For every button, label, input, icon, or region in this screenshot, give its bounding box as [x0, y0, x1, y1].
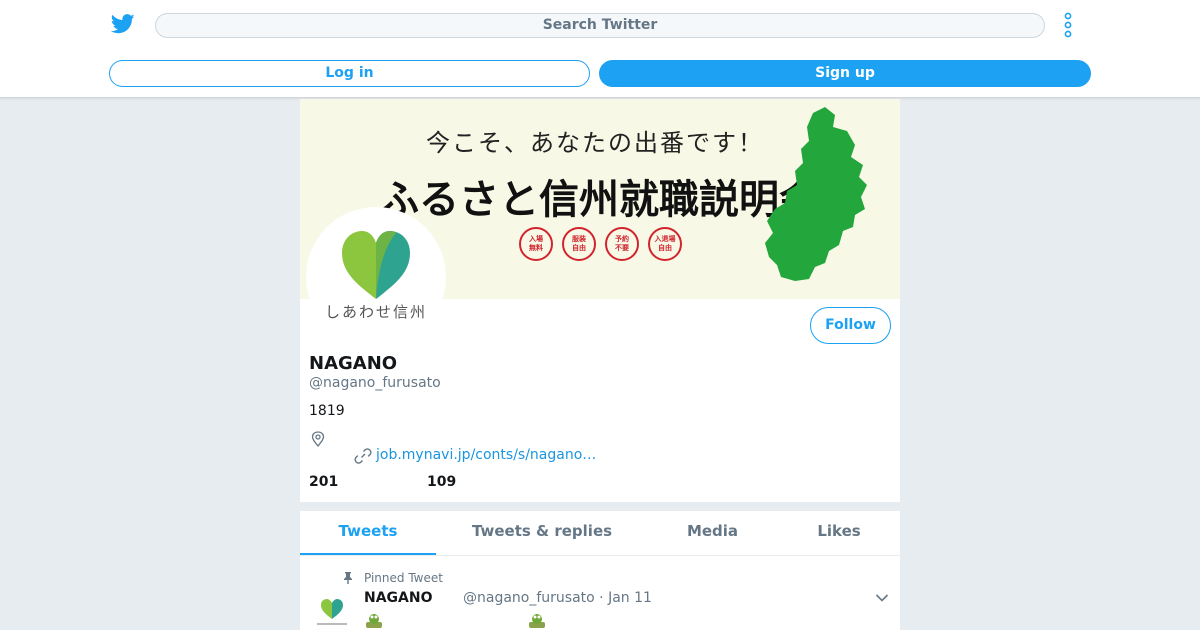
following-count[interactable]: 201	[309, 474, 338, 490]
tweet-avatar[interactable]	[313, 593, 353, 630]
frog-emoji-icon	[366, 614, 382, 628]
tab-likes[interactable]: Likes	[794, 511, 884, 555]
pinned-tweet[interactable]: Pinned Tweet NAGANO @nagano_furusato · J…	[300, 556, 900, 630]
twitter-bird-icon[interactable]	[111, 13, 135, 35]
banner-badges: 入場 無料 服装 自由 予約 不要 入退場 自由	[519, 227, 682, 261]
tab-media[interactable]: Media	[660, 511, 765, 555]
banner-badge: 入退場 自由	[648, 227, 682, 261]
pinned-tweet-label: Pinned Tweet	[364, 571, 443, 585]
display-name: NAGANO	[309, 353, 398, 374]
signup-button[interactable]: Sign up	[599, 60, 1091, 87]
banner-badge: 予約 不要	[605, 227, 639, 261]
profile-tabs: Tweets Tweets & replies Media Likes	[300, 511, 900, 556]
profile-avatar[interactable]: しあわせ信州	[306, 207, 446, 347]
frog-emoji-icon	[529, 614, 545, 628]
link-icon	[354, 448, 372, 464]
search-input[interactable]: Search Twitter	[155, 13, 1045, 38]
heart-logo-icon	[342, 231, 410, 299]
profile-website-link[interactable]: job.mynavi.jp/conts/s/nagano…	[376, 447, 596, 463]
login-button[interactable]: Log in	[109, 60, 590, 87]
heart-logo-icon	[317, 599, 347, 625]
tweet-author-name[interactable]: NAGANO	[364, 590, 433, 606]
tweet-handle-date[interactable]: @nagano_furusato · Jan 11	[463, 590, 652, 606]
banner-badge: 入場 無料	[519, 227, 553, 261]
profile-card: 今こそ、あなたの出番です！ ふるさと信州就職説明会 入場 無料 服装 自由 予約 不要…	[300, 99, 900, 502]
user-handle: @nagano_furusato	[309, 375, 441, 391]
profile-bio: 1819	[309, 403, 345, 419]
chevron-down-icon[interactable]	[875, 593, 889, 603]
top-header: Search Twitter Log in Sign up	[0, 0, 1200, 98]
tab-tweets-replies[interactable]: Tweets & replies	[460, 511, 624, 555]
banner-badge: 服装 自由	[562, 227, 596, 261]
followers-count[interactable]: 109	[427, 474, 456, 490]
pushpin-icon	[344, 572, 352, 584]
follow-button[interactable]: Follow	[810, 307, 891, 344]
map-pin-icon	[311, 431, 325, 447]
vertical-dots-icon[interactable]	[1062, 12, 1074, 38]
nagano-map-graphic	[765, 107, 867, 281]
avatar-caption: しあわせ信州	[324, 303, 427, 321]
tab-tweets[interactable]: Tweets	[300, 511, 436, 555]
